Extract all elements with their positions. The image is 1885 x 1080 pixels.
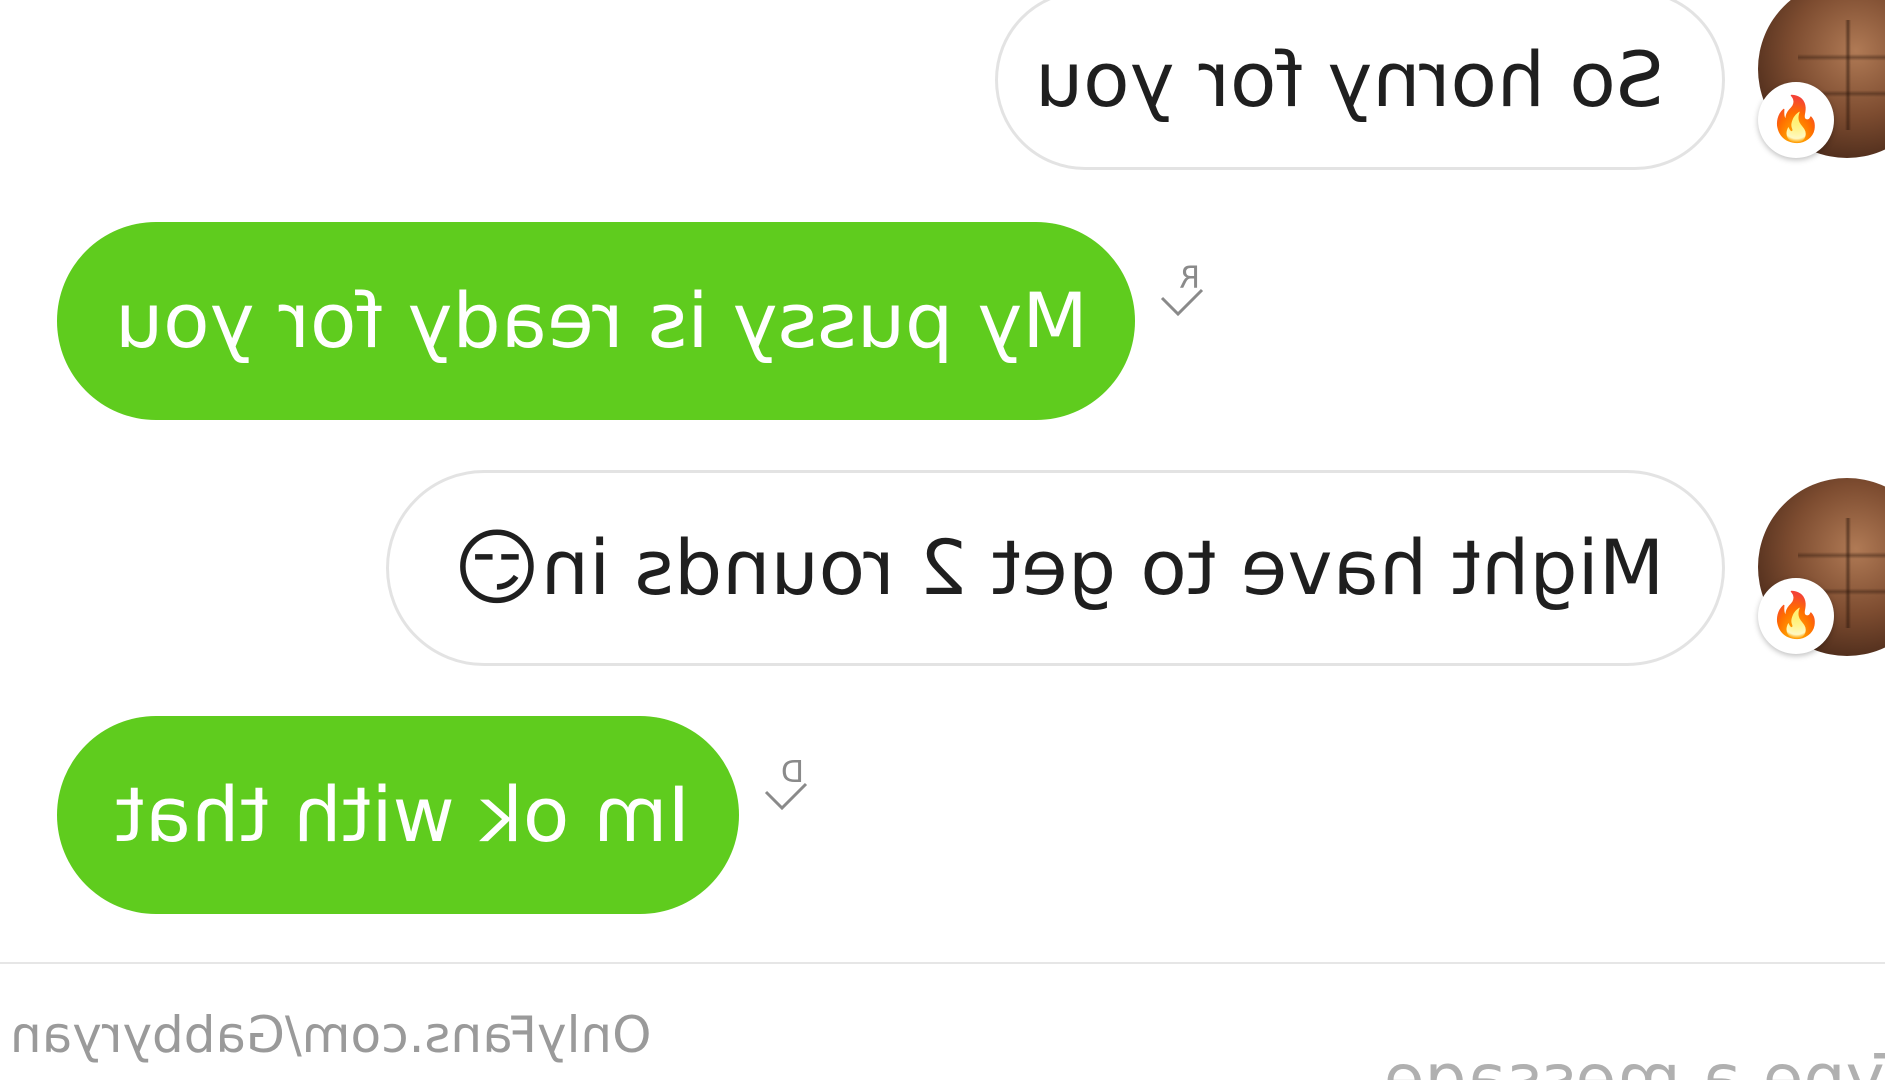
composer-divider — [0, 962, 1885, 964]
message-text: Might have to get 2 rounds in — [540, 523, 1664, 612]
watermark: OnlyFans.com/Gabbyryan — [10, 1006, 652, 1064]
message-bubble-incoming[interactable]: 😏 Might have to get 2 rounds in — [386, 470, 1725, 666]
message-bubble-incoming[interactable]: So horny for you — [995, 0, 1725, 170]
message-input[interactable]: Type a message — [1384, 1040, 1885, 1080]
message-text: Im ok with that — [115, 770, 691, 859]
svg-text:D: D — [781, 755, 804, 790]
read-receipt-icon-graphic: D — [764, 755, 808, 811]
read-receipt-icon-graphic: R — [1160, 261, 1204, 317]
svg-text:R: R — [1179, 261, 1200, 296]
message-text: So horny for you — [1034, 35, 1664, 124]
message-bubble-outgoing[interactable]: Im ok with that — [57, 716, 739, 914]
chat-screen: So horny for you 🔥 My pussy is ready for… — [0, 0, 1885, 1080]
fire-icon: 🔥 — [1758, 82, 1834, 158]
smirk-emoji: 😏 — [453, 519, 541, 617]
read-receipt-icon: D — [760, 752, 816, 825]
fire-icon: 🔥 — [1758, 578, 1834, 654]
message-text: My pussy is ready for you — [115, 276, 1088, 365]
message-bubble-outgoing[interactable]: My pussy is ready for you — [57, 222, 1135, 420]
read-receipt-icon: R — [1156, 258, 1212, 331]
